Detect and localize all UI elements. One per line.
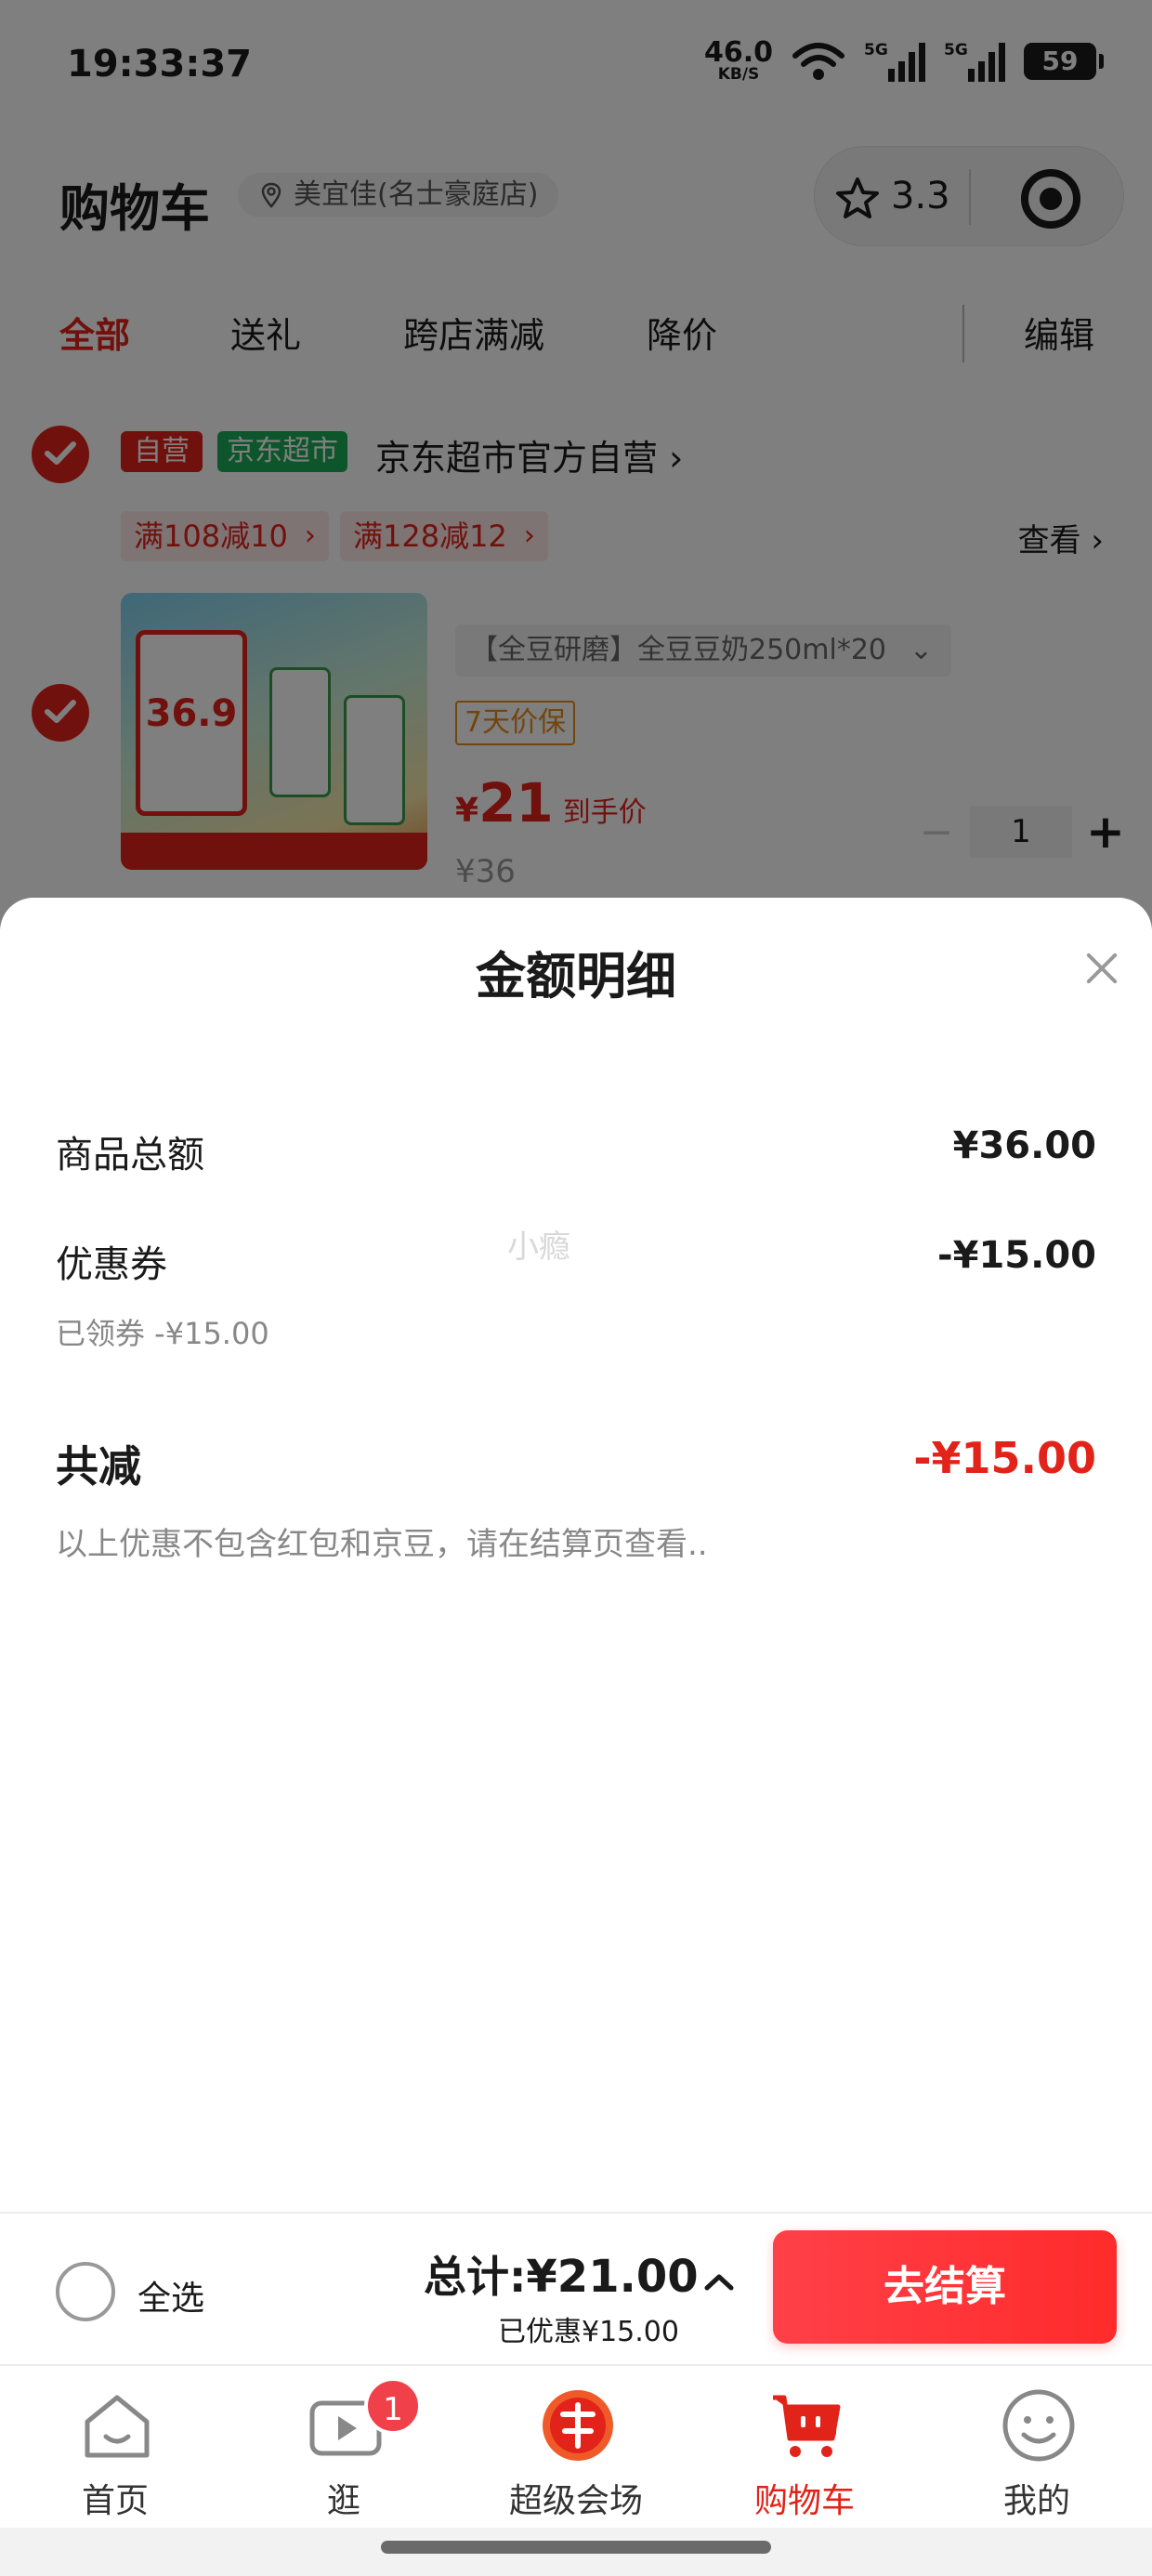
saved-amount: 已优惠¥15.00 [498,2316,679,2348]
discount-disclaimer: 以上优惠不包含红包和京豆，请在结算页查看.. [56,1526,708,1563]
sheet-title: 金额明细 [476,947,676,1005]
coupon-value: -¥15.00 [937,1234,1096,1277]
home-icon [85,2395,150,2458]
select-all-label[interactable]: 全选 [137,2271,204,2320]
notification-badge: 1 [364,2377,422,2435]
bottom-tab-bar: 首页 1 逛 超级会场 购物车 我的 [0,2364,1152,2528]
checkout-bar: 全选 总计:¥21.00 已优惠¥15.00 去结算 [0,2212,1152,2364]
tab-browse[interactable]: 1 逛 [232,2377,455,2520]
tab-super-venue[interactable]: 超级会场 [465,2377,687,2520]
subtotal-label: 商品总额 [56,1134,204,1176]
gesture-area [0,2528,1152,2576]
profile-icon [1002,2389,1075,2462]
checkout-button[interactable]: 去结算 [773,2230,1117,2344]
close-icon[interactable] [1081,948,1122,989]
subtotal-value: ¥36.00 [952,1124,1096,1167]
coupon-label: 优惠券 [56,1243,167,1286]
venue-icon [543,2390,613,2461]
select-all-radio[interactable] [56,2262,115,2321]
total-discount-label: 共减 [56,1441,141,1492]
chevron-up-icon[interactable] [702,2266,736,2299]
total-price[interactable]: 总计:¥21.00 [424,2243,699,2305]
tab-home[interactable]: 首页 [4,2377,227,2520]
amount-detail-sheet: 金额明细 商品总额 ¥36.00 优惠券 -¥15.00 已领券 -¥15.00… [0,898,1152,2212]
home-indicator[interactable] [381,2541,771,2554]
cart-icon [773,2395,841,2457]
coupon-note: 已领券 -¥15.00 [56,1316,269,1351]
tab-profile[interactable]: 我的 [925,2377,1148,2520]
total-discount-value: -¥15.00 [913,1433,1096,1483]
modal-backdrop[interactable] [0,0,1152,929]
tab-cart[interactable]: 购物车 [693,2377,916,2520]
watermark: 小瘾 [507,1229,570,1266]
